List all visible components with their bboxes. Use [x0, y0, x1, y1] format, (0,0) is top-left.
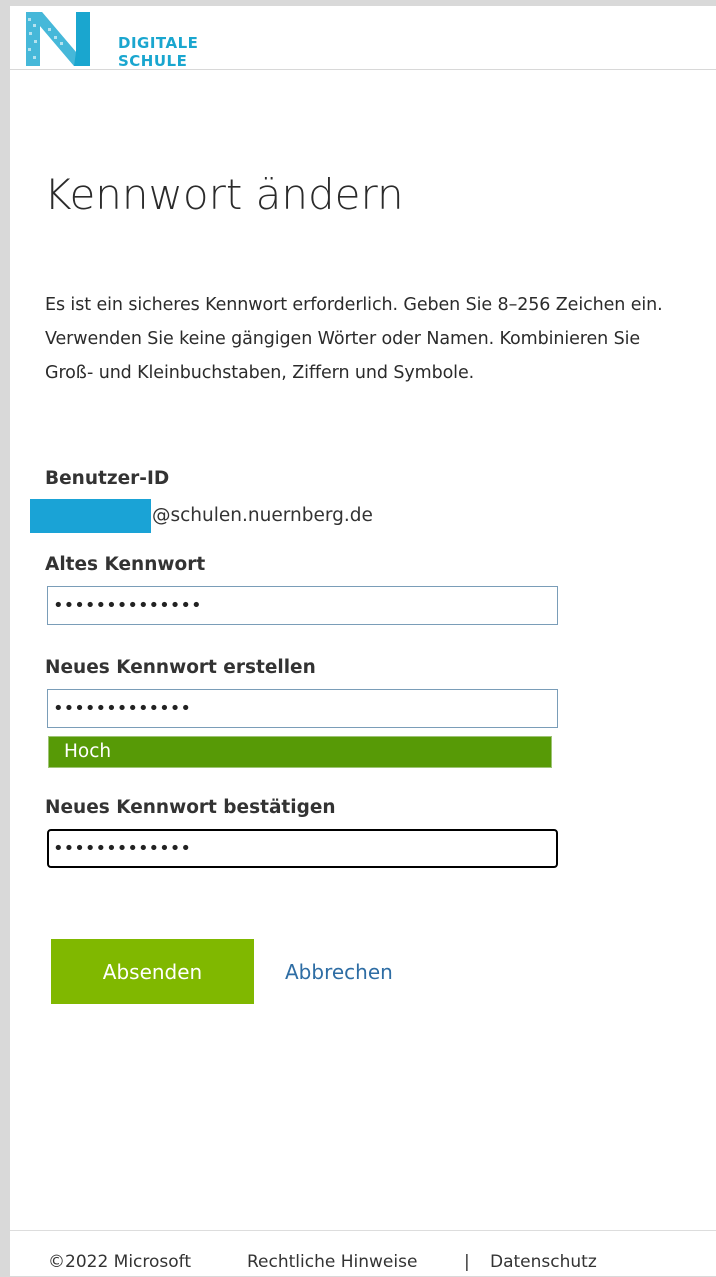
redacted-username — [30, 499, 151, 533]
submit-button[interactable]: Absenden — [51, 939, 254, 1004]
old-password-label: Altes Kennwort — [45, 554, 206, 575]
user-id-domain: @schulen.nuernberg.de — [152, 505, 373, 526]
logo-line-2: SCHULE — [118, 52, 188, 70]
footer-privacy-link-wrap: Datenschutz — [490, 1251, 597, 1273]
page: DIGITALE SCHULE Kennwort ändern Es ist e… — [10, 6, 716, 1276]
cancel-link[interactable]: Abbrechen — [285, 959, 393, 985]
confirm-password-label: Neues Kennwort bestätigen — [45, 797, 336, 818]
new-password-label: Neues Kennwort erstellen — [45, 657, 316, 678]
page-title: Kennwort ändern — [44, 170, 404, 219]
legal-notice-link[interactable]: Rechtliche Hinweise — [247, 1252, 417, 1272]
confirm-password-input[interactable] — [47, 829, 558, 868]
new-password-input[interactable] — [47, 689, 558, 728]
footer-copyright: ©2022 Microsoft — [48, 1252, 192, 1272]
password-strength-indicator: Hoch — [48, 736, 552, 768]
logo-n-mark-icon — [26, 12, 90, 66]
user-id-label: Benutzer-ID — [45, 468, 170, 489]
footer-separator: | — [464, 1252, 470, 1272]
privacy-link[interactable]: Datenschutz — [490, 1252, 597, 1272]
old-password-input[interactable] — [47, 586, 558, 625]
footer: ©2022 Microsoft Rechtliche Hinweise | Da… — [10, 1230, 716, 1277]
footer-legal-link-wrap: Rechtliche Hinweise — [247, 1251, 417, 1273]
logo-wordmark: DIGITALE SCHULE — [118, 34, 198, 70]
digitale-schule-logo: DIGITALE SCHULE — [24, 10, 214, 70]
header: DIGITALE SCHULE — [10, 6, 716, 70]
logo-line-1: DIGITALE — [118, 34, 199, 52]
password-requirements-text: Es ist ein sicheres Kennwort erforderlic… — [45, 295, 663, 383]
